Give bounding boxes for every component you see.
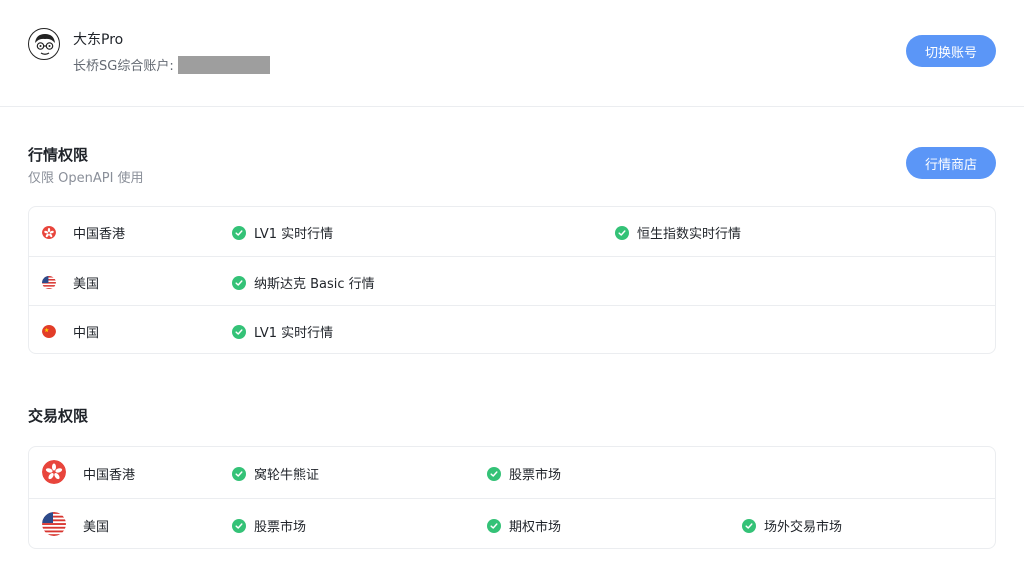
permission-label: 股票市场 (254, 520, 307, 535)
check-circle-icon (232, 275, 246, 290)
quote-row-hk: 中国香港 LV1 实时行情 恒生指数实时行情 (29, 207, 995, 256)
region-label: 美国 (83, 520, 110, 535)
trade-permissions-title: 交易权限 (28, 407, 89, 425)
check-circle-icon (232, 518, 246, 533)
switch-account-button[interactable]: 切换账号 (906, 35, 996, 67)
permission-label: 恒生指数实时行情 (637, 227, 742, 242)
permission-item: 窝轮牛熊证 (232, 464, 319, 483)
quote-permissions-card: 中国香港 LV1 实时行情 恒生指数实时行情 美国 纳斯达克 Basic 行情 … (28, 206, 996, 354)
permission-label: 场外交易市场 (764, 520, 843, 535)
region-label: 中国香港 (73, 227, 126, 242)
region-label: 美国 (73, 277, 100, 292)
region-label: 中国香港 (83, 468, 136, 483)
check-circle-icon (487, 518, 501, 533)
permission-label: LV1 实时行情 (254, 326, 334, 341)
permission-item: 纳斯达克 Basic 行情 (232, 273, 375, 292)
permission-item: LV1 实时行情 (232, 322, 333, 341)
check-circle-icon (487, 466, 501, 481)
permission-item: 恒生指数实时行情 (615, 223, 741, 242)
permission-item: LV1 实时行情 (232, 223, 333, 242)
permission-item: 场外交易市场 (742, 516, 842, 535)
us-flag-icon (42, 512, 66, 536)
account-line: 长桥SG综合账户: (73, 55, 270, 74)
region-label: 中国 (73, 326, 100, 341)
check-circle-icon (232, 466, 246, 481)
quote-store-button[interactable]: 行情商店 (906, 147, 996, 179)
check-circle-icon (615, 225, 629, 240)
permission-item: 股票市场 (487, 464, 561, 483)
check-circle-icon (232, 225, 246, 240)
quote-row-cn: 中国 LV1 实时行情 (29, 305, 995, 354)
account-number-mask (177, 55, 270, 74)
trade-row-us: 美国 股票市场 期权市场 场外交易市场 (29, 498, 995, 549)
cn-flag-icon (42, 324, 56, 338)
permission-label: 期权市场 (509, 520, 562, 535)
permission-label: LV1 实时行情 (254, 227, 334, 242)
quote-row-us: 美国 纳斯达克 Basic 行情 (29, 256, 995, 305)
cartoon-avatar-icon[interactable] (28, 28, 60, 60)
trade-row-hk: 中国香港 窝轮牛熊证 股票市场 (29, 447, 995, 498)
us-flag-icon (42, 275, 56, 289)
permission-label: 窝轮牛熊证 (254, 468, 320, 483)
hk-flag-icon (42, 460, 66, 484)
permission-item: 期权市场 (487, 516, 561, 535)
user-name: 大东Pro (73, 32, 124, 48)
check-circle-icon (232, 324, 246, 339)
permission-item: 股票市场 (232, 516, 306, 535)
permission-label: 纳斯达克 Basic 行情 (254, 277, 375, 292)
quote-permissions-subtitle: 仅限 OpenAPI 使用 (28, 171, 144, 186)
hk-flag-icon (42, 225, 56, 239)
permission-label: 股票市场 (509, 468, 562, 483)
check-circle-icon (742, 518, 756, 533)
account-header: 大东Pro 长桥SG综合账户: 切换账号 (0, 0, 1024, 107)
trade-permissions-card: 中国香港 窝轮牛熊证 股票市场 美国 股票市场 期权市场 场外交易市场 (28, 446, 996, 549)
quote-permissions-title: 行情权限 (28, 146, 89, 164)
account-label: 长桥SG综合账户: (73, 59, 174, 74)
